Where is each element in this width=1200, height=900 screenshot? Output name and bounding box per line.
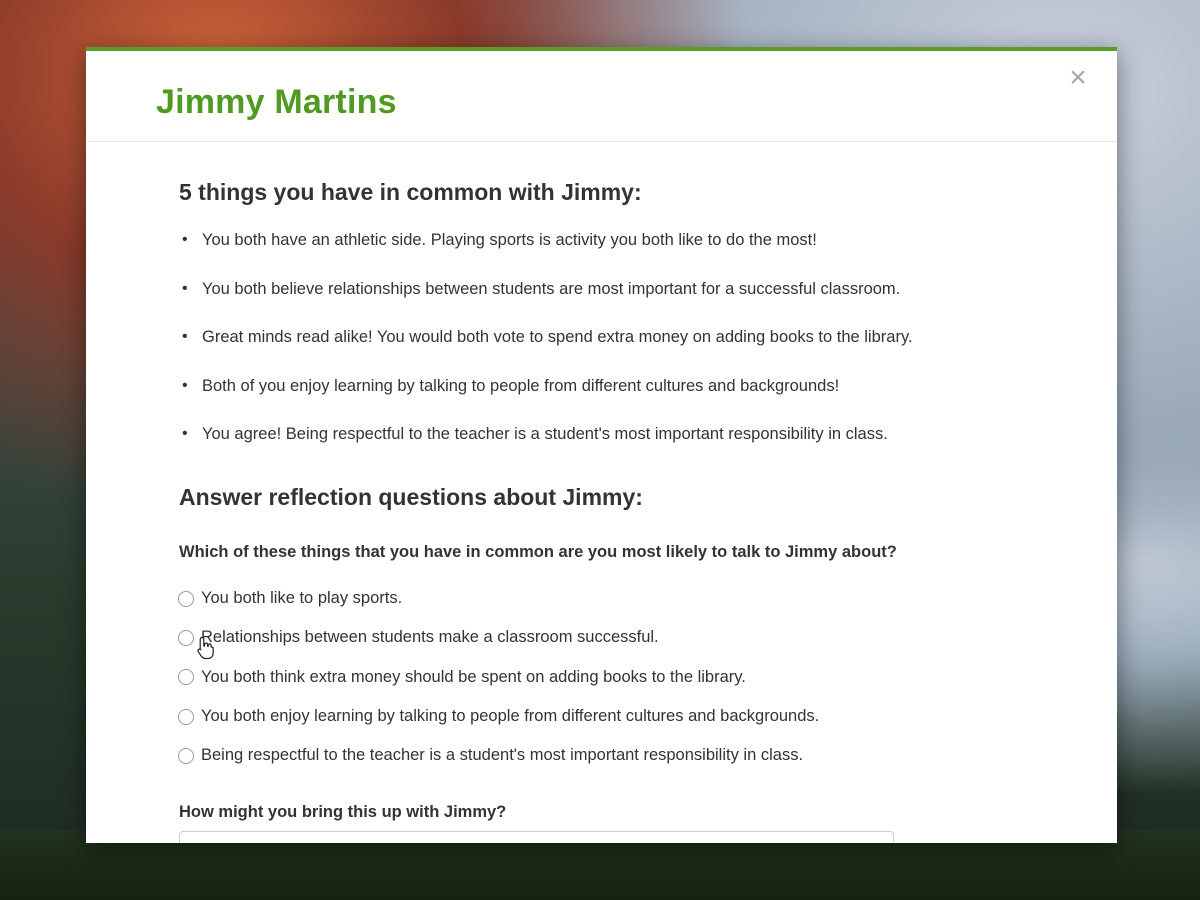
question-2-label: How might you bring this up with Jimmy? — [179, 803, 507, 821]
bullet-icon: • — [182, 279, 188, 297]
answer-textarea[interactable] — [179, 831, 894, 843]
radio-label[interactable]: Being respectful to the teacher is a stu… — [201, 746, 803, 765]
list-item: • You both believe relationships between … — [179, 277, 1059, 326]
list-item: • You both have an athletic side. Playing… — [179, 228, 1059, 277]
common-list: • You both have an athletic side. Playing… — [179, 228, 1059, 471]
modal-title: Jimmy Martins — [156, 83, 397, 121]
bullet-icon: • — [182, 425, 188, 442]
radio-button[interactable] — [178, 629, 194, 646]
radio-label[interactable]: Relationships between students make a cl… — [201, 628, 659, 647]
question-1-label: Which of these things that you have in c… — [179, 543, 897, 561]
list-item: • Great minds read alike! You would both … — [179, 325, 1059, 374]
bullet-icon: • — [182, 376, 188, 394]
list-item-text: Both of you enjoy learning by talking to… — [202, 376, 840, 395]
radio-option[interactable]: Relationships between students make a cl… — [178, 618, 1038, 657]
list-item-text: Great minds read alike! You would both v… — [202, 328, 913, 346]
common-heading: 5 things you have in common with Jimmy: — [179, 179, 642, 205]
close-button[interactable]: × — [1065, 63, 1091, 93]
radio-option[interactable]: You both enjoy learning by talking to pe… — [178, 697, 1038, 736]
list-item: • You agree! Being respectful to the teac… — [179, 422, 1059, 471]
radio-button[interactable] — [178, 590, 194, 607]
radio-label[interactable]: You both think extra money should be spe… — [201, 668, 746, 687]
list-item-text: You both have an athletic side. Playing … — [202, 231, 817, 249]
profile-modal: Jimmy Martins × 5 things you have in com… — [86, 47, 1117, 843]
list-item-text: You both believe relationships between s… — [202, 279, 901, 298]
radio-label[interactable]: You both enjoy learning by talking to pe… — [201, 707, 819, 726]
radio-option[interactable]: You both like to play sports. — [178, 579, 1038, 618]
bullet-icon: • — [182, 231, 188, 248]
radio-button[interactable] — [178, 708, 194, 725]
close-icon: × — [1069, 61, 1087, 94]
bullet-icon: • — [182, 328, 188, 345]
radio-label[interactable]: You both like to play sports. — [201, 589, 402, 608]
list-item-text: You agree! Being respectful to the teach… — [202, 425, 888, 443]
radio-button[interactable] — [178, 669, 194, 686]
list-item: • Both of you enjoy learning by talking t… — [179, 374, 1059, 423]
radio-button[interactable] — [178, 747, 194, 764]
radio-option[interactable]: You both think extra money should be spe… — [178, 658, 1038, 697]
question-1-options: You both like to play sports. Relationsh… — [178, 579, 1038, 775]
modal-header: Jimmy Martins × — [86, 51, 1117, 142]
radio-option[interactable]: Being respectful to the teacher is a stu… — [178, 736, 1038, 775]
reflection-heading: Answer reflection questions about Jimmy: — [179, 484, 643, 510]
